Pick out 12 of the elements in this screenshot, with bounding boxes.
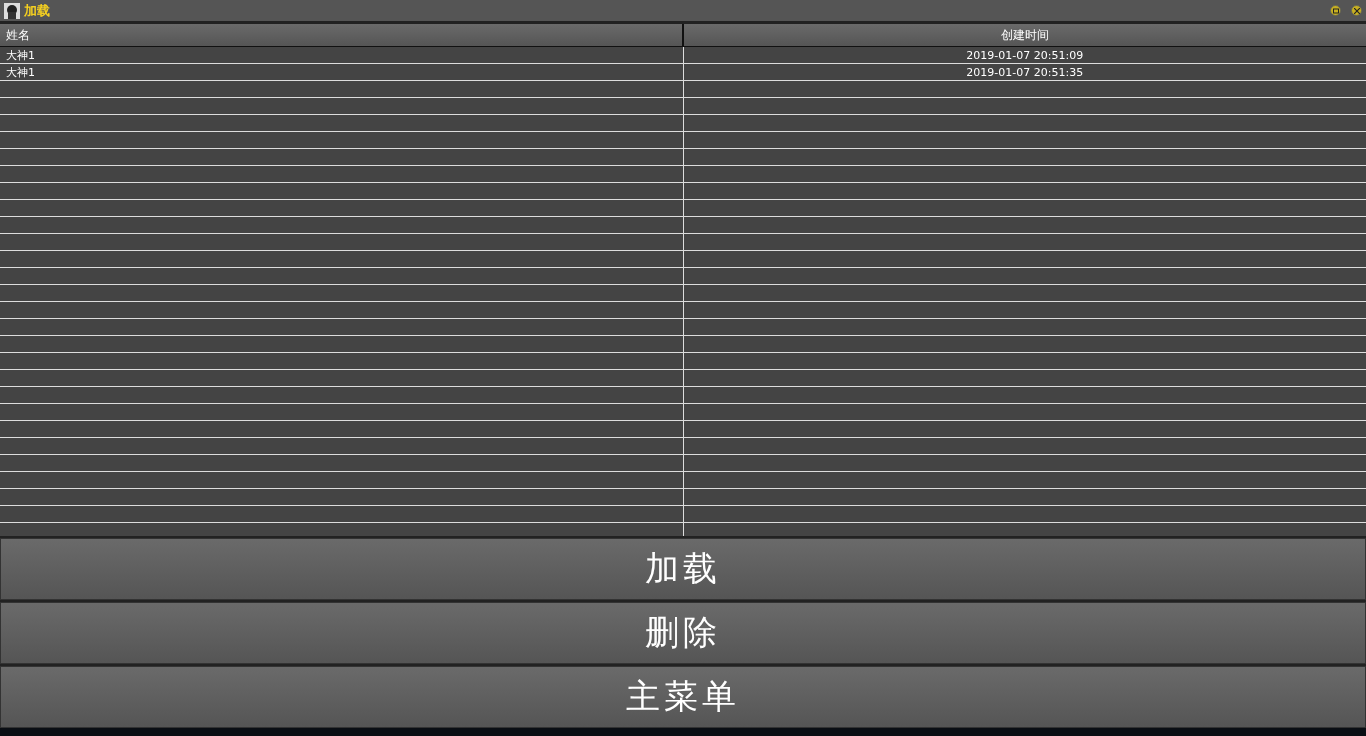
window-title: 加载 bbox=[24, 1, 50, 20]
action-button[interactable]: 删除 bbox=[0, 602, 1366, 664]
minimize-button[interactable] bbox=[1330, 5, 1341, 16]
action-button[interactable]: 主菜单 bbox=[0, 666, 1366, 728]
table-cell-text: 2019-01-07 20:51:09 bbox=[965, 47, 1085, 63]
table-cell-text: 2019-01-07 20:51:35 bbox=[965, 64, 1085, 80]
table-cell: 大神1 bbox=[0, 64, 684, 80]
close-button[interactable] bbox=[1351, 5, 1362, 16]
action-button[interactable]: 加载 bbox=[0, 538, 1366, 600]
column-header[interactable]: 创建时间 bbox=[684, 24, 1366, 46]
column-header[interactable]: 姓名 bbox=[0, 24, 684, 46]
table-cell: 大神1 bbox=[0, 47, 684, 63]
